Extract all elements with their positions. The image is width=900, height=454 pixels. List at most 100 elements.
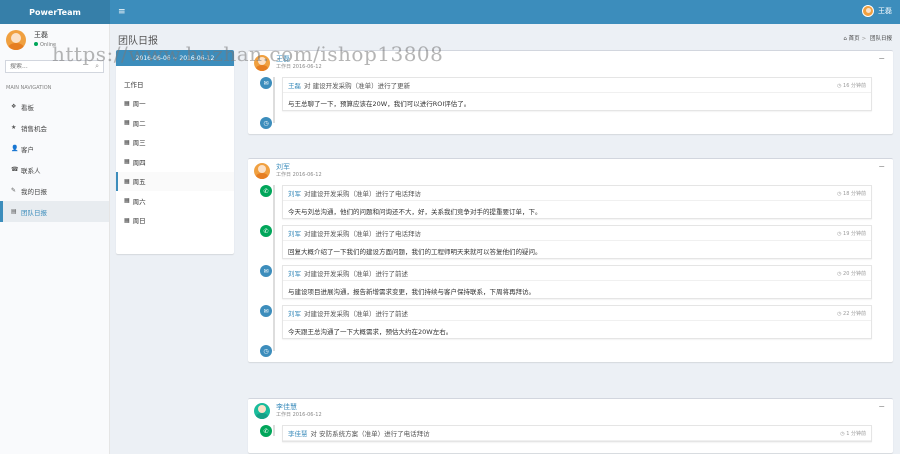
avatar — [254, 403, 270, 419]
activity-body: 回复大概介绍了一下我们的建设方面问题，我们的工程师明天来就可以答复他们的疑问。 — [288, 248, 542, 256]
sidebar-item-label: 销售机会 — [21, 124, 47, 133]
brand-logo[interactable]: PowerTeam — [0, 0, 110, 24]
search-icon[interactable]: ⌕ — [95, 62, 99, 71]
activity-user-link[interactable]: 刘军 — [288, 228, 301, 238]
report-date: 工作日 2016-06-12 — [276, 64, 322, 70]
day-item[interactable]: ▦ 周六 — [116, 191, 234, 211]
activity-action: 对 安防系统方案（准单）进行了电话拜访 — [310, 430, 430, 438]
timeline-item: ✆ 刘军 对建设开发采购（准单）进行了电话拜访 ◷ 18 分钟前 今天与刘总沟通，他们的… — [260, 185, 893, 219]
reporter-name[interactable]: 王磊 — [276, 55, 322, 63]
report-date: 工作日 2016-06-12 — [276, 172, 322, 178]
report-card: 李佳慧 工作日 2016-06-12− ✆ 李佳慧对 安防系统方案（准单）进行了电话拜… — [248, 398, 893, 453]
day-item[interactable]: ▦ 周五 — [116, 171, 234, 191]
note-icon: ✉ — [260, 305, 272, 317]
date-panel: 2016-06-06 ~ 2016-06-12 工作日 ▦ 周一 ▦ 周二 ▦ 周三 ▦ 周四 ▦… — [116, 50, 234, 254]
activity-box: 刘军 对建设开发采购（准单）进行了前述 ◷ 22 分钟前 今天跟王总沟通了一下大概需求… — [282, 305, 872, 339]
day-list: 工作日 ▦ 周一 ▦ 周二 ▦ 周三 ▦ 周四 ▦ 周五 ▦ 周六 ▦ 周日 — [116, 74, 234, 230]
collapse-icon[interactable]: − — [878, 162, 885, 171]
sidebar-item-contact[interactable]: ☎ 联系人 — [0, 159, 109, 180]
activity-action: 对建设开发采购（准单）进行了电话拜访 — [304, 190, 421, 198]
sidebar-item-customer[interactable]: 👤 客户 — [0, 138, 109, 159]
day-label: 周二 — [132, 119, 146, 128]
user-panel: 王磊 Online — [0, 24, 109, 56]
opportunity-icon: ★ — [11, 124, 17, 131]
activity-action: 对 建设开发采购（准单）进行了更新 — [304, 82, 411, 90]
activity-user-link[interactable]: 刘军 — [288, 308, 301, 318]
day-label: 周四 — [132, 158, 146, 167]
sidebar-item-label: 我的日报 — [21, 187, 47, 196]
day-label: 周五 — [132, 178, 146, 187]
day-item[interactable]: ▦ 周二 — [116, 113, 234, 133]
activity-box: 王磊对 建设开发采购（准单）进行了更新 ◷ 16 分钟前 与王总聊了一下，预算应该在… — [282, 77, 872, 111]
activity-time: ◷ 16 分钟前 — [837, 82, 866, 89]
timeline: ✆ 李佳慧对 安防系统方案（准单）进行了电话拜访 ◷ 1 分钟前 — [254, 425, 893, 442]
collapse-icon[interactable]: − — [878, 402, 885, 411]
timeline-line — [273, 425, 275, 436]
reporter-name[interactable]: 李佳慧 — [276, 403, 322, 411]
home-icon: ⌂ — [843, 36, 847, 42]
collapse-icon[interactable]: − — [878, 54, 885, 63]
sidebar-item-opportunity[interactable]: ★ 销售机会 — [0, 117, 109, 138]
note-icon: ✉ — [260, 77, 272, 89]
day-item[interactable]: ▦ 周三 — [116, 133, 234, 153]
sidebar-toggle-icon[interactable]: ≡ — [118, 7, 126, 17]
activity-user-link[interactable]: 刘军 — [288, 188, 301, 198]
calendar-icon: ▦ — [124, 197, 130, 205]
activity-user-link[interactable]: 王磊 — [288, 80, 301, 90]
activity-user-link[interactable]: 李佳慧 — [288, 428, 308, 438]
timeline-item: ✉ 刘军 对建设开发采购（准单）进行了前述 ◷ 22 分钟前 今天跟王总沟通了一下大概需… — [260, 305, 893, 339]
phone-icon: ✆ — [260, 225, 272, 237]
sidebar-item-team-report[interactable]: ▤ 团队日报 — [0, 201, 109, 222]
sidebar-item-dashboard[interactable]: ❖ 看板 — [0, 96, 109, 117]
activity-body: 与建设项目进展沟通，报告新增需求变更，我们持续与客户保持联系，下周将再拜访。 — [288, 288, 535, 296]
calendar-icon: ▦ — [124, 177, 130, 185]
activity-body: 今天与刘总沟通，他们的问题和问询还不大，好，关系我们竞争对手的提重要订单，下。 — [288, 208, 542, 216]
clock-icon: ◷ — [260, 117, 272, 129]
sidebar-item-label: 联系人 — [21, 166, 41, 175]
week-range[interactable]: 2016-06-06 ~ 2016-06-12 — [116, 50, 234, 66]
my-report-icon: ✎ — [11, 187, 17, 194]
activity-time: ◷ 1 分钟前 — [840, 430, 866, 437]
team-report-icon: ▤ — [11, 208, 17, 215]
main-content: 团队日报 ⌂ 首页 > 团队日报 2016-06-06 ~ 2016-06-12 … — [110, 24, 900, 454]
timeline-item: ✆ 李佳慧对 安防系统方案（准单）进行了电话拜访 ◷ 1 分钟前 — [260, 425, 893, 442]
avatar — [6, 30, 26, 50]
note-icon: ✉ — [260, 265, 272, 277]
activity-time: ◷ 18 分钟前 — [837, 190, 866, 197]
search-input[interactable] — [10, 63, 90, 70]
day-item[interactable]: ▦ 周四 — [116, 152, 234, 172]
day-item[interactable]: ▦ 周日 — [116, 211, 234, 231]
calendar-icon: ▦ — [124, 158, 130, 166]
breadcrumb-home[interactable]: 首页 — [849, 36, 860, 42]
contact-icon: ☎ — [11, 166, 19, 173]
calendar-icon: ▦ — [124, 99, 130, 107]
calendar-icon: ▦ — [124, 138, 130, 146]
sidebar-item-label: 客户 — [21, 145, 34, 154]
activity-box: 刘军 对建设开发采购（准单）进行了前述 ◷ 20 分钟前 与建设项目进展沟通，报告新增… — [282, 265, 872, 299]
timeline-item: ✆ 刘军 对建设开发采购（准单）进行了电话拜访 ◷ 19 分钟前 回复大概介绍了一下我们… — [260, 225, 893, 259]
report-date: 工作日 2016-06-12 — [276, 412, 322, 418]
activity-body: 今天跟王总沟通了一下大概需求，预估大约在20W左右。 — [288, 328, 453, 336]
user-menu[interactable]: 王磊 — [862, 5, 892, 17]
timeline-line — [273, 185, 275, 351]
online-status: Online — [34, 40, 56, 50]
page-title: 团队日报 — [118, 36, 158, 47]
day-header: 工作日 — [116, 74, 234, 94]
activity-box: 刘军 对建设开发采购（准单）进行了电话拜访 ◷ 18 分钟前今天与刘总沟通，他们的问… — [282, 185, 872, 219]
nav-header: MAIN NAVIGATION — [6, 85, 52, 91]
phone-icon: ✆ — [260, 425, 272, 437]
activity-box: 李佳慧对 安防系统方案（准单）进行了电话拜访 ◷ 1 分钟前 — [282, 425, 872, 442]
activity-time: ◷ 20 分钟前 — [837, 270, 866, 277]
timeline: ✆ 刘军 对建设开发采购（准单）进行了电话拜访 ◷ 18 分钟前 今天与刘总沟通，他们的… — [254, 185, 893, 357]
day-item[interactable]: ▦ 周一 — [116, 94, 234, 114]
activity-user-link[interactable]: 刘军 — [288, 268, 301, 278]
online-dot-icon — [34, 42, 38, 46]
day-label: 周日 — [132, 217, 146, 226]
timeline-line — [273, 77, 275, 123]
timeline: ✉ 王磊对 建设开发采购（准单）进行了更新 ◷ 16 分钟前 与王总聊了一下，预算应该… — [254, 77, 893, 129]
activity-time: ◷ 22 分钟前 — [837, 310, 866, 317]
reporter-name[interactable]: 刘军 — [276, 163, 322, 171]
timeline-item: ✉ 王磊对 建设开发采购（准单）进行了更新 ◷ 16 分钟前 与王总聊了一下，预算应该… — [260, 77, 893, 111]
report-card: 刘军 工作日 2016-06-12− ✆ 刘军 对建设开发采购（准单）进行了电话拜访 ◷ … — [248, 158, 893, 362]
sidebar-item-my-report[interactable]: ✎ 我的日报 — [0, 180, 109, 201]
